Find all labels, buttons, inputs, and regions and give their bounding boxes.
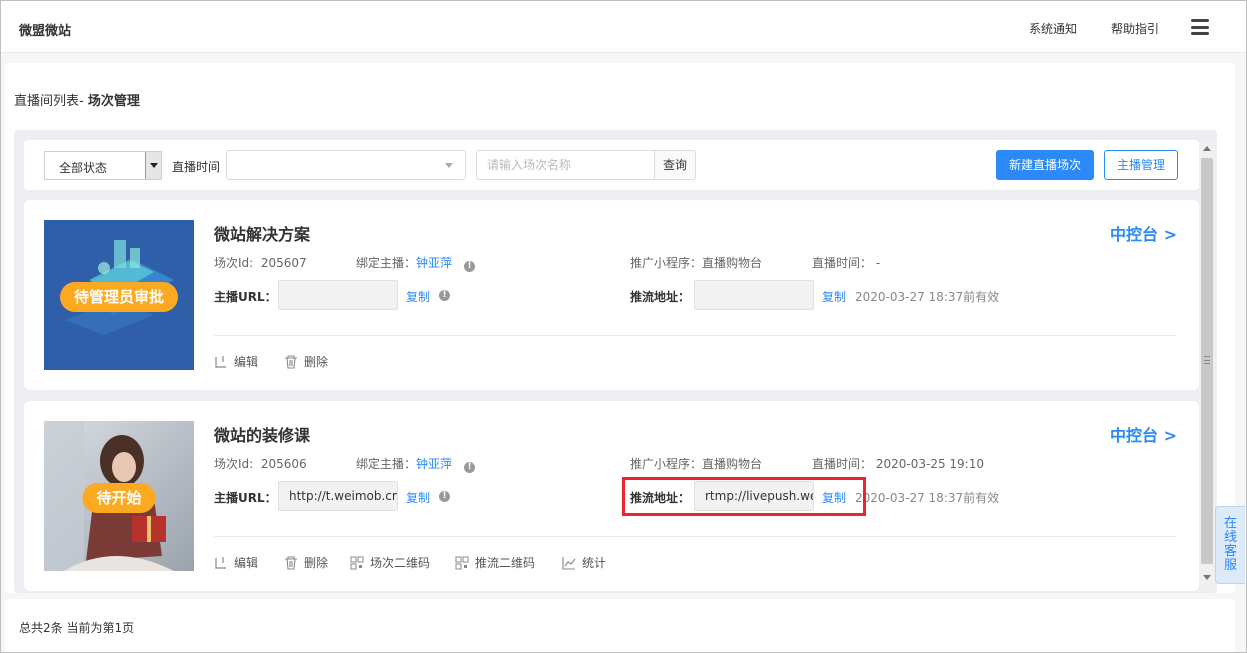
- session-list-area: 全部状态 直播时间 查询 新建直播场次 主播管理: [14, 130, 1217, 593]
- breadcrumb-parent[interactable]: 直播间列表-: [14, 94, 84, 109]
- session-id: 场次Id: 205607: [214, 256, 307, 270]
- info-icon[interactable]: !: [439, 491, 450, 502]
- edit-button[interactable]: 编辑: [214, 353, 258, 370]
- online-service-label: 在线客服: [1223, 516, 1237, 573]
- copy-host-url-button[interactable]: 复制: [406, 288, 430, 305]
- session-cover-image: 待开始: [44, 421, 194, 571]
- bound-host: 绑定主播：钟亚萍!: [356, 254, 476, 272]
- host-url-label: 主播URL：: [214, 290, 277, 304]
- trash-icon: [285, 355, 297, 369]
- grip-icon: [1204, 356, 1210, 364]
- scroll-up-icon[interactable]: [1203, 146, 1211, 151]
- pagination-footer: 总共2条 当前为第1页: [5, 599, 1235, 652]
- info-icon[interactable]: !: [439, 290, 450, 301]
- status-select[interactable]: 全部状态: [44, 151, 162, 180]
- top-bar: 微盟微站 系统通知 帮助指引: [1, 1, 1246, 53]
- brand-logo-text: 微盟微站: [19, 24, 72, 39]
- status-badge: 待管理员审批: [59, 282, 179, 312]
- push-url-label: 推流地址：: [630, 491, 691, 505]
- statistics-button[interactable]: 统计: [562, 554, 606, 571]
- delete-button[interactable]: 删除: [284, 353, 328, 370]
- main-panel: 直播间列表- 场次管理 全部状态 直播时间 查询 新建直播场次 主播管理: [5, 63, 1235, 593]
- session-cover-image: 待管理员审批: [44, 220, 194, 370]
- session-title: 微站的装修课: [214, 426, 311, 445]
- copy-host-url-button[interactable]: 复制: [406, 489, 430, 506]
- host-name-link[interactable]: 钟亚萍: [416, 457, 452, 471]
- qrcode-icon: [455, 556, 469, 570]
- session-qrcode-button[interactable]: 场次二维码: [350, 554, 430, 571]
- trash-icon: [285, 556, 297, 570]
- mini-program: 推广小程序：直播购物台: [630, 457, 763, 471]
- session-card: 待开始 微站的装修课 中控台 > 场次Id: 205606 绑定主播：钟亚萍! …: [24, 401, 1199, 591]
- push-qrcode-button[interactable]: 推流二维码: [455, 554, 535, 571]
- session-id: 场次Id: 205606: [214, 457, 307, 471]
- bound-host: 绑定主播：钟亚萍!: [356, 455, 476, 473]
- host-url-field[interactable]: [278, 280, 398, 310]
- live-time-picker[interactable]: [226, 150, 466, 180]
- valid-until: 2020-03-27 18:37前有效: [855, 290, 1000, 304]
- push-url-label: 推流地址：: [630, 290, 691, 304]
- divider: [214, 335, 1177, 336]
- hamburger-icon[interactable]: [1191, 19, 1209, 35]
- session-name-input[interactable]: [477, 151, 655, 179]
- chart-line-icon: [562, 557, 576, 570]
- push-url-field[interactable]: [694, 280, 814, 310]
- breadcrumb: 直播间列表- 场次管理: [14, 90, 140, 109]
- push-url-field[interactable]: rtmp://livepush.weimob.com: [694, 481, 814, 511]
- host-url-label: 主播URL：: [214, 491, 277, 505]
- divider: [214, 536, 1177, 537]
- session-card: 待管理员审批 微站解决方案 中控台 > 场次Id: 205607 绑定主播：钟亚…: [24, 200, 1199, 390]
- breadcrumb-current: 场次管理: [87, 94, 140, 109]
- session-title: 微站解决方案: [214, 225, 311, 244]
- live-time-label: 直播时间: [172, 160, 221, 174]
- pagination-summary: 总共2条 当前为第1页: [19, 621, 135, 635]
- app-window: 微盟微站 系统通知 帮助指引 直播间列表- 场次管理 全部状态 直播时间 查询 …: [0, 0, 1247, 653]
- live-time: 直播时间： 2020-03-25 19:10: [812, 457, 984, 471]
- status-select-value: 全部状态: [59, 161, 108, 175]
- edit-button[interactable]: 编辑: [214, 554, 258, 571]
- edit-icon: [215, 557, 226, 569]
- live-time: 直播时间： -: [812, 256, 881, 270]
- edit-icon: [215, 356, 226, 368]
- online-service-button[interactable]: 在线客服: [1215, 506, 1245, 584]
- system-notice-link[interactable]: 系统通知: [1029, 20, 1077, 37]
- copy-push-url-button[interactable]: 复制: [822, 489, 846, 506]
- console-link[interactable]: 中控台 >: [1110, 221, 1177, 245]
- chevron-down-icon[interactable]: [145, 152, 161, 179]
- host-management-button[interactable]: 主播管理: [1104, 150, 1178, 180]
- status-badge: 待开始: [82, 483, 156, 513]
- scrollbar-thumb[interactable]: [1201, 158, 1213, 564]
- info-icon[interactable]: !: [464, 261, 476, 272]
- filter-bar: 全部状态 直播时间 查询 新建直播场次 主播管理: [24, 140, 1199, 190]
- search-button[interactable]: 查询: [654, 151, 695, 179]
- host-name-link[interactable]: 钟亚萍: [416, 256, 452, 270]
- copy-push-url-button[interactable]: 复制: [822, 288, 846, 305]
- scroll-down-icon[interactable]: [1203, 575, 1211, 580]
- mini-program: 推广小程序：直播购物台: [630, 256, 763, 270]
- console-link[interactable]: 中控台 >: [1110, 422, 1177, 446]
- help-guide-link[interactable]: 帮助指引: [1111, 20, 1159, 37]
- host-url-field[interactable]: http://t.weimob.cn: [278, 481, 398, 511]
- qrcode-icon: [350, 556, 364, 570]
- delete-button[interactable]: 删除: [284, 554, 328, 571]
- new-session-button[interactable]: 新建直播场次: [996, 150, 1094, 180]
- valid-until: 2020-03-27 18:37前有效: [855, 491, 1000, 505]
- search-box: 查询: [476, 150, 696, 180]
- info-icon[interactable]: !: [464, 462, 476, 473]
- vertical-scrollbar[interactable]: [1199, 140, 1215, 586]
